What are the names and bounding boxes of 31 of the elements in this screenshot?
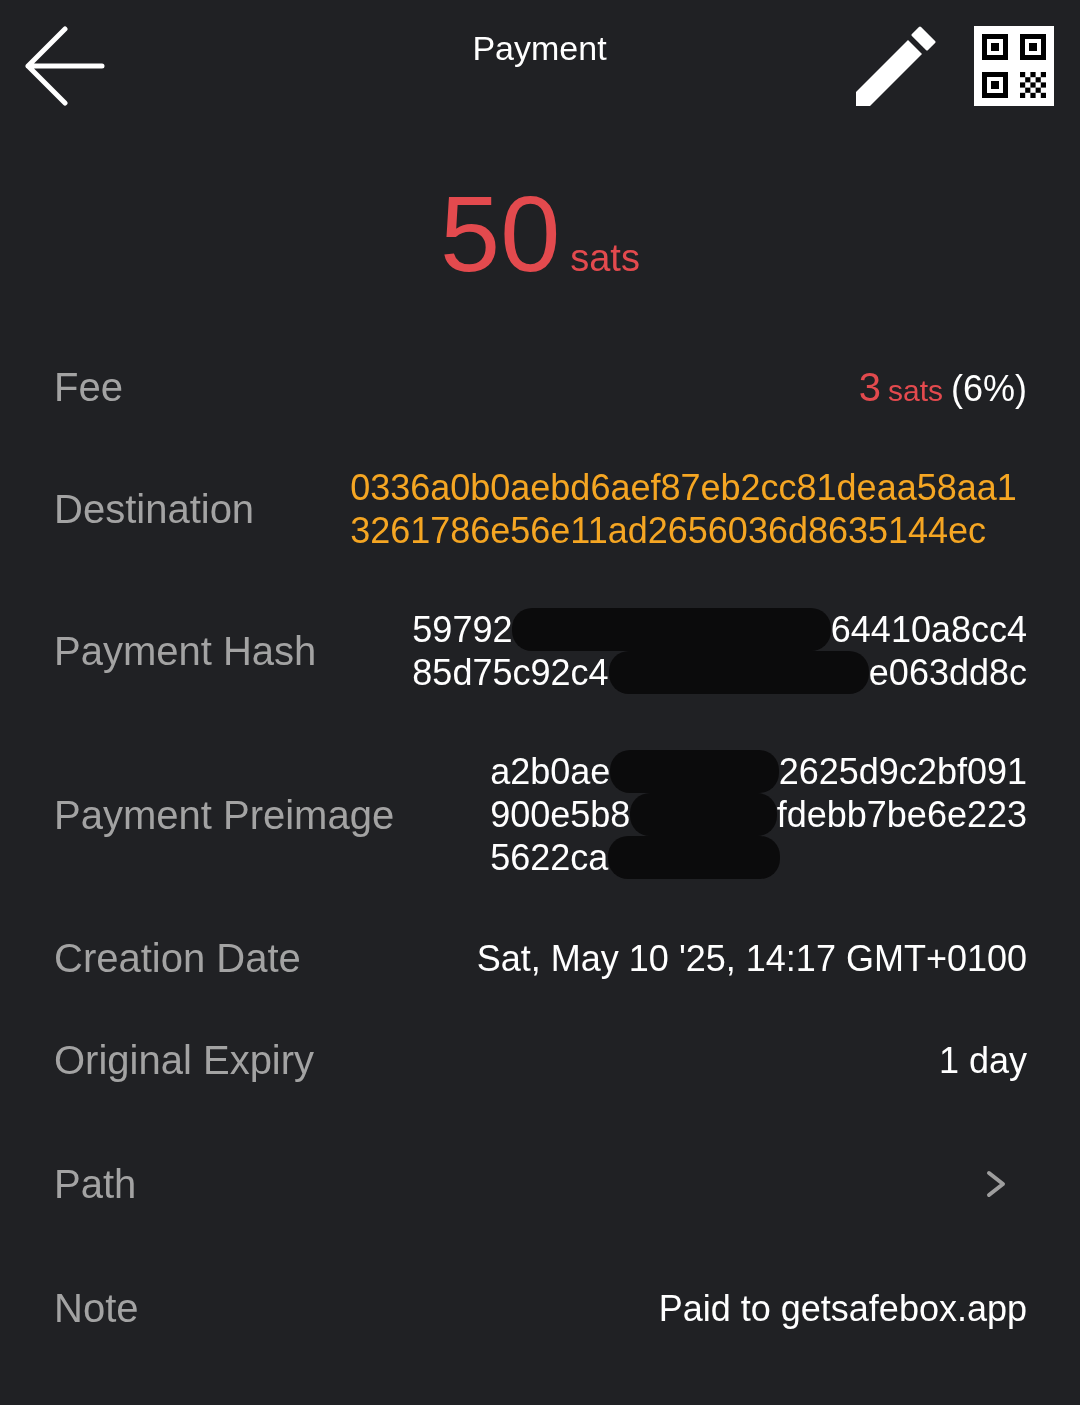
amount-unit: sats	[570, 236, 640, 280]
chevron-right-icon[interactable]	[986, 1170, 1006, 1198]
field-value: 59792	[412, 608, 513, 651]
field-value: e063dd8c	[868, 651, 1027, 694]
field-value: 1 day	[938, 1038, 1027, 1082]
field-label: Note	[54, 1285, 139, 1331]
field-value: 900e5b8	[490, 793, 631, 836]
back-arrow-icon[interactable]	[25, 26, 105, 106]
field-label: Creation Date	[54, 935, 301, 981]
field-label: Destination	[54, 486, 255, 532]
field-label: Payment Hash	[54, 628, 317, 674]
field-label: Original Expiry	[54, 1037, 315, 1083]
field-value: 64410a8cc4	[830, 608, 1027, 651]
field-value: fdebb7be6e223	[776, 793, 1027, 836]
field-value: Sat, May 10 '25, 14:17 GMT+0100	[476, 936, 1027, 980]
amount-value: 50	[440, 180, 561, 288]
field-label: Payment Preimage	[54, 791, 395, 838]
field-value: 85d75c92c4	[412, 651, 609, 694]
fee-unit: sats	[887, 373, 943, 409]
fee-percent: (6%)	[951, 367, 1027, 410]
field-label: Fee	[54, 364, 123, 410]
qr-code-icon[interactable]	[974, 26, 1054, 106]
screen-title: Payment	[472, 28, 607, 68]
field-value: 5622ca	[490, 836, 609, 879]
field-value: 2625d9c2bf091	[778, 750, 1027, 793]
fee-amount: 3	[858, 364, 881, 410]
field-value: a2b0ae	[490, 750, 611, 793]
field-label: Path	[54, 1161, 137, 1207]
pencil-icon[interactable]	[856, 26, 936, 106]
destination-address: 0336a0b0aebd6aef87eb2cc81deaa58aa13261786e56e11ad2656036d8635144ec	[350, 466, 1018, 552]
field-value: Paid to getsafebox.app	[658, 1286, 1027, 1330]
